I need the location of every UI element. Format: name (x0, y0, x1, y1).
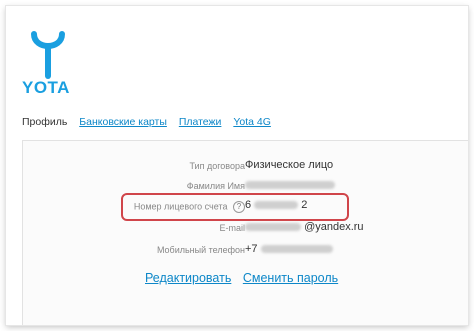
contract-type-row: Тип договора Физическое лицо (23, 159, 468, 175)
tab-payments[interactable]: Платежи (179, 116, 222, 128)
edit-link[interactable]: Редактировать (145, 271, 231, 285)
surname-name-value (245, 179, 335, 191)
blurred-email (245, 223, 301, 232)
profile-actions: Редактировать Сменить пароль (145, 271, 346, 285)
logo-text: YOTA (22, 78, 70, 97)
account-tabs: Профиль Банковские карты Платежи Yota 4G (22, 116, 280, 128)
email-label: E-mail (219, 223, 245, 233)
blurred-name (245, 181, 335, 190)
contract-type-value: Физическое лицо (245, 159, 334, 171)
email-value: @yandex.ru (245, 221, 364, 233)
phone-value: +7 (245, 243, 333, 255)
phone-row: Мобильный телефон +7 (23, 243, 468, 259)
email-domain: @yandex.ru (304, 221, 364, 233)
highlight-account-number (121, 193, 349, 221)
tab-yota-4g[interactable]: Yota 4G (233, 116, 271, 128)
change-password-link[interactable]: Сменить пароль (243, 271, 338, 285)
phone-prefix: +7 (245, 243, 258, 255)
account-window: YOTA Профиль Банковские карты Платежи Yo… (6, 6, 468, 325)
tab-profile[interactable]: Профиль (22, 116, 67, 128)
surname-name-label: Фамилия Имя (186, 181, 245, 191)
contract-type-label: Тип договора (189, 161, 245, 171)
profile-panel: Тип договора Физическое лицо Фамилия Имя… (22, 140, 468, 325)
email-row: E-mail @yandex.ru (23, 221, 468, 237)
tab-bank-cards[interactable]: Банковские карты (79, 116, 167, 128)
blurred-phone (260, 245, 333, 254)
phone-label: Мобильный телефон (156, 245, 245, 255)
